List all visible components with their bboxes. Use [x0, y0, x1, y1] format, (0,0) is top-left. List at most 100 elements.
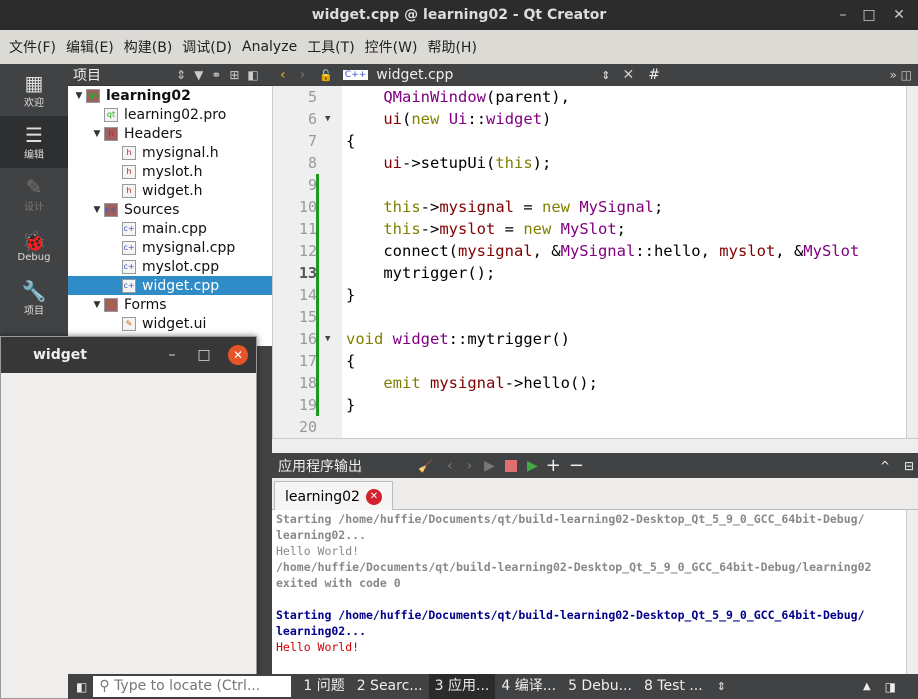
next-icon[interactable]: ›	[467, 458, 473, 474]
stop-icon[interactable]	[504, 459, 517, 472]
tree-item[interactable]: ▼ qt learning02	[68, 86, 272, 105]
ui-folder-icon: ✎	[104, 297, 118, 312]
line-number: 20	[298, 418, 317, 436]
widget-window-titlebar[interactable]: widget – □ ✕	[1, 337, 256, 373]
tree-item-label: main.cpp	[142, 220, 207, 237]
tree-item[interactable]: h mysignal.h	[68, 143, 272, 162]
menu-item[interactable]: 编辑(E)	[61, 37, 119, 57]
output-tab[interactable]: learning02 ✕	[274, 481, 393, 511]
mode-2[interactable]: ✎ 设计	[0, 168, 68, 220]
menu-item[interactable]: 调试(D)	[177, 37, 237, 57]
project-tree: ▼ qt learning02 qt learning02.pro ▼ h Headers h m…	[68, 86, 272, 346]
pane-button[interactable]: 3 应用...	[428, 674, 496, 699]
locate-input[interactable]: ⚲ Type to locate (Ctrl...	[93, 676, 292, 697]
code-token: Ui	[448, 110, 468, 128]
sort-icon[interactable]: ⇕	[176, 68, 186, 82]
code-token: ::hello,	[635, 242, 720, 260]
menu-item[interactable]: 帮助(H)	[422, 37, 481, 57]
pane-button[interactable]: 4 编译...	[495, 674, 562, 699]
expand-arrow-icon[interactable]: ▼	[72, 91, 86, 101]
editor-vertical-scrollbar[interactable]	[906, 86, 918, 438]
code-token: )	[542, 110, 552, 128]
code-token: (parent),	[485, 88, 570, 106]
filter-icon[interactable]: ▼	[194, 68, 203, 82]
mode-1[interactable]: ☰ 编辑	[0, 116, 68, 168]
code-line: emit mysignal->hello();	[342, 372, 906, 394]
tree-item[interactable]: ✎ widget.ui	[68, 314, 272, 333]
code-line: connect(mysignal, &MySignal::hello, mysl…	[342, 240, 906, 262]
pane-up-icon[interactable]: ▲	[863, 681, 871, 692]
code-token: connect(	[346, 242, 458, 260]
maximize-pane-icon[interactable]: ^	[880, 459, 890, 473]
widget-close-button[interactable]: ✕	[228, 345, 248, 365]
close-tab-icon[interactable]: ✕	[365, 488, 382, 505]
open-document-select[interactable]: widget.cpp	[376, 67, 601, 83]
pane-button[interactable]: 8 Test ...	[638, 674, 709, 699]
code-token: ::	[467, 110, 487, 128]
expand-arrow-icon[interactable]: ▼	[90, 129, 104, 139]
cpp-folder-icon: c+	[104, 202, 118, 217]
code-token: }	[346, 396, 356, 414]
link-icon[interactable]: ⚭	[211, 68, 221, 82]
expand-arrow-icon[interactable]: ▼	[90, 300, 104, 310]
prev-icon[interactable]: ‹	[447, 458, 453, 474]
close-pane-icon[interactable]: ⊟	[904, 459, 914, 473]
close-pane-icon[interactable]: ◧	[247, 68, 258, 82]
editor-horizontal-scrollbar[interactable]	[272, 438, 918, 453]
mode-3[interactable]: 🐞 Debug	[0, 220, 68, 272]
line-number-gutter: 5 6 ▼ 7 8 9 10 11 12 13 14 15 16 ▼ 17 18 19 20	[272, 86, 342, 438]
tree-item[interactable]: c+ myslot.cpp	[68, 257, 272, 276]
symbol-select[interactable]: #	[648, 67, 660, 83]
zoom-in-icon[interactable]: +	[546, 455, 561, 476]
tree-item[interactable]: h myslot.h	[68, 162, 272, 181]
expand-arrow-icon[interactable]: ▼	[90, 205, 104, 215]
pane-button[interactable]: 2 Searc...	[351, 674, 429, 699]
pane-button[interactable]: 1 问题	[297, 674, 350, 699]
pane-button[interactable]: 5 Debu...	[562, 674, 638, 699]
clear-icon[interactable]: 🧹	[418, 459, 433, 473]
split-icon[interactable]: ⊞	[229, 68, 239, 82]
widget-minimize-button[interactable]: –	[160, 337, 184, 373]
toggle-right-sidebar-icon[interactable]: ◨	[885, 680, 896, 694]
tree-item[interactable]: c+ mysignal.cpp	[68, 238, 272, 257]
tree-item[interactable]: c+ widget.cpp	[68, 276, 272, 295]
back-icon[interactable]: ‹	[280, 67, 286, 83]
mode-4[interactable]: 🔧 项目	[0, 272, 68, 324]
fold-arrow-icon[interactable]: ▼	[325, 108, 330, 130]
close-document-icon[interactable]: ✕	[623, 67, 635, 83]
debug-run-icon[interactable]: ▶	[527, 458, 538, 474]
cpp-icon: c+	[122, 221, 136, 236]
menu-item[interactable]: 控件(W)	[360, 37, 423, 57]
more-panes-icon[interactable]: ⇕	[717, 680, 726, 693]
dropdown-icon[interactable]: ⇕	[601, 69, 610, 82]
fold-arrow-icon[interactable]: ▼	[325, 328, 330, 350]
tree-item[interactable]: c+ main.cpp	[68, 219, 272, 238]
output-scrollbar[interactable]	[906, 510, 918, 674]
tree-item[interactable]: h widget.h	[68, 181, 272, 200]
tree-item[interactable]: qt learning02.pro	[68, 105, 272, 124]
maximize-button[interactable]: □	[854, 0, 884, 30]
toggle-sidebar-icon[interactable]: ◧	[76, 680, 87, 694]
run-icon[interactable]: ▶	[484, 458, 495, 474]
tree-item-label: mysignal.h	[142, 144, 219, 161]
output-line: Starting /home/huffie/Documents/qt/build…	[276, 608, 865, 622]
tree-item[interactable]: ▼ h Headers	[68, 124, 272, 143]
menu-item[interactable]: 工具(T)	[302, 37, 359, 57]
project-view-select[interactable]: 项目	[73, 65, 168, 85]
menu-item[interactable]: Analyze	[237, 39, 302, 55]
zoom-out-icon[interactable]: −	[569, 455, 584, 476]
application-output[interactable]: Starting /home/huffie/Documents/qt/build…	[272, 510, 906, 674]
tree-item[interactable]: ▼ ✎ Forms	[68, 295, 272, 314]
code-token: (	[402, 110, 412, 128]
mode-0[interactable]: ▦ 欢迎	[0, 64, 68, 116]
close-button[interactable]: ✕	[884, 0, 914, 30]
forward-icon[interactable]: ›	[300, 67, 306, 83]
widget-maximize-button[interactable]: □	[192, 337, 216, 373]
lock-icon: 🔓	[319, 68, 333, 82]
code-editor[interactable]: QMainWindow(parent), ui(new Ui::widget){…	[342, 86, 906, 438]
tree-item[interactable]: ▼ c+ Sources	[68, 200, 272, 219]
menu-item[interactable]: 文件(F)	[4, 37, 61, 57]
split-editor-icon[interactable]: » ◫	[890, 68, 913, 82]
code-token: MySignal	[579, 198, 654, 216]
menu-item[interactable]: 构建(B)	[119, 37, 178, 57]
